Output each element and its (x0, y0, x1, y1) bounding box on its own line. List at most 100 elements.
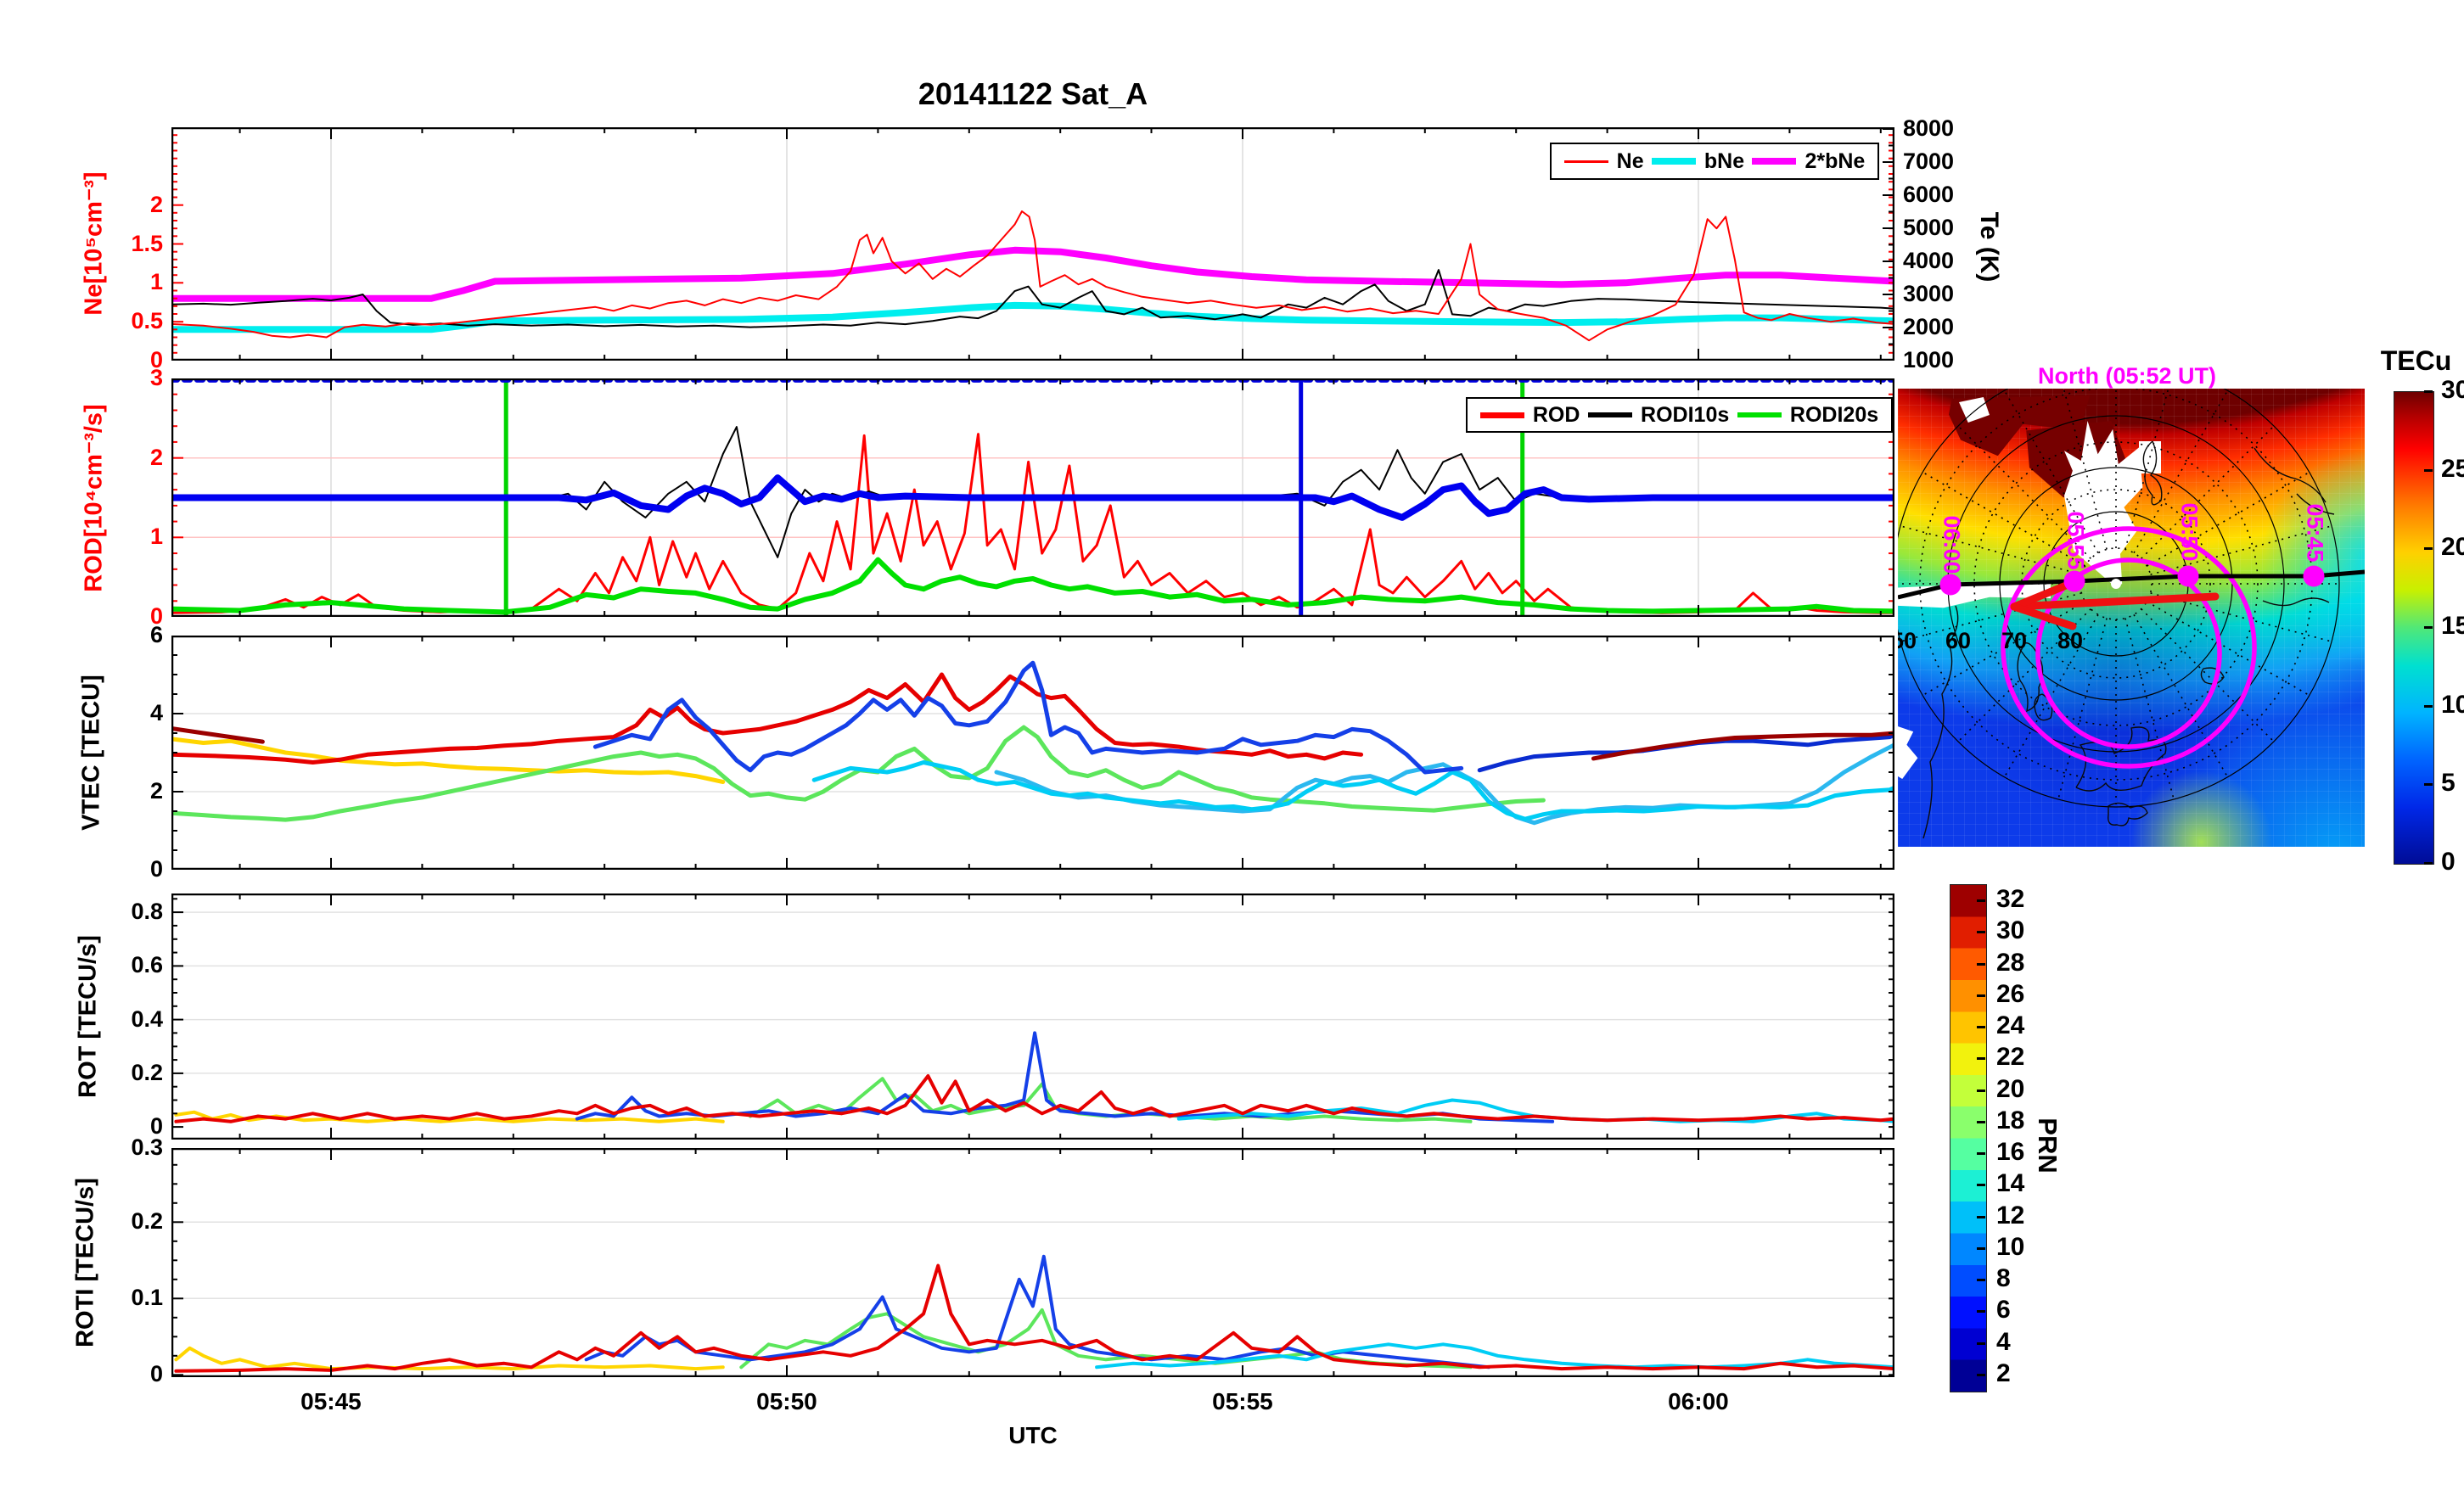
tecu-tick (2424, 783, 2433, 787)
y-tick-label: 0.8 (131, 899, 163, 925)
map-time-label: 06:00 (1939, 515, 1965, 574)
y-tick-label: 2 (149, 444, 163, 470)
plot-canvas-rot (171, 893, 1894, 1140)
y-tick-label: 2 (149, 191, 163, 217)
series-light_green (171, 725, 1546, 822)
te-tick-label: 4000 (1903, 247, 1955, 273)
legend-label: bNe (1703, 148, 1745, 173)
panel-rot (171, 893, 1894, 1140)
te-tick-label: 8000 (1903, 115, 1955, 141)
map-lat-label: 70 (2001, 628, 2027, 653)
prn-tick (1977, 1152, 1985, 1156)
y-tick-label: 0.1 (131, 1285, 163, 1311)
x-tick-label: 06:00 (1668, 1388, 1729, 1414)
legend-rod: ROD RODI10s RODI20s (1466, 397, 1893, 433)
prn-tick (1977, 1279, 1985, 1282)
y-tick-label: 0.5 (131, 308, 163, 334)
y-tick-label: 0.6 (131, 952, 163, 978)
prn-tick-label: 4 (1996, 1327, 2011, 1356)
map-time-label: 05:45 (2302, 503, 2328, 563)
tecu-tick (2424, 704, 2433, 708)
map-lat-label: 50 (1898, 628, 1917, 653)
prn-tick (1977, 1057, 1985, 1061)
prn-tick-label: 8 (1996, 1264, 2011, 1293)
tecu-tick-label: 0 (2441, 848, 2456, 876)
legend-item: Ne (1563, 149, 1644, 174)
tecu-tick (2424, 862, 2433, 865)
map-overlay: 50 60 70 80 (1898, 389, 2365, 839)
figure-root: 20141122 Sat_A Ne[10⁵cm⁻³] ROD[10⁴cm⁻³/s… (0, 0, 2464, 1490)
legend-line-sample (1651, 158, 1696, 165)
legend-label: 2*bNe (1805, 148, 1866, 173)
prn-tick-label: 6 (1996, 1296, 2011, 1325)
track-time-dot (2063, 570, 2085, 592)
track-time-dot (2177, 565, 2199, 587)
prn-tick-label: 18 (1996, 1106, 2025, 1134)
prn-tick-label: 12 (1996, 1201, 2025, 1230)
legend-label: ROD (1532, 402, 1580, 427)
tecu-tick (2424, 390, 2433, 393)
y-tick-label: 0.3 (131, 1134, 163, 1160)
series-dark_red_b (1591, 731, 1894, 761)
y-tick-label: 0.2 (131, 1208, 163, 1235)
plot-canvas-roti (171, 1148, 1894, 1377)
legend-line-sample (1737, 412, 1782, 417)
prn-tick (1977, 1089, 1985, 1092)
prn-tick (1977, 994, 1985, 997)
legend-line-sample (1563, 160, 1608, 163)
legend-line-sample (1752, 158, 1797, 165)
prn-tick (1977, 1184, 1985, 1187)
tecu-tick (2424, 626, 2433, 629)
x-tick-label: 05:55 (1212, 1388, 1273, 1414)
te-tick-label: 2000 (1903, 313, 1955, 339)
te-tick-label: 3000 (1903, 280, 1955, 306)
legend-line-sample (1479, 412, 1524, 418)
te-tick-label: 7000 (1903, 148, 1955, 174)
y-tick-label: 0.2 (131, 1059, 163, 1085)
legend-ne: Ne bNe 2*bNe (1550, 143, 1879, 180)
prn-tick (1977, 1246, 1985, 1250)
track-time-dot (1939, 574, 1962, 596)
xlabel-utc: UTC (1008, 1422, 1058, 1448)
y-tick-label: 3 (149, 365, 163, 390)
prn-tick (1977, 1120, 1985, 1123)
tecu-tick-label: 25 (2441, 454, 2464, 483)
legend-item: RODI20s (1737, 403, 1878, 428)
tecu-colorbar-title: TECu (2380, 345, 2452, 376)
prn-tick-label: 20 (1996, 1074, 2025, 1103)
prn-tick (1977, 1026, 1985, 1029)
prn-tick (1977, 1374, 1985, 1376)
y-tick-label: 2 (149, 778, 163, 804)
prn-tick-label: 24 (1996, 1011, 2025, 1040)
track-time-dot (2303, 565, 2325, 587)
legend-item: 2*bNe (1752, 149, 1865, 174)
y-tick-label: 6 (149, 622, 163, 647)
prn-tick (1977, 899, 1985, 902)
prn-tick-label: 26 (1996, 979, 2025, 1008)
series-gold (171, 737, 726, 784)
prn-tick-label: 14 (1996, 1169, 2025, 1198)
panel-roti (171, 1148, 1894, 1377)
te-tick-label: 5000 (1903, 214, 1955, 240)
map-lat-label: 60 (1945, 628, 1971, 653)
legend-item: bNe (1651, 148, 1745, 174)
y-tick-label: 0 (149, 1361, 163, 1387)
prn-tick-label: 28 (1996, 948, 2025, 977)
tecu-tick-label: 15 (2441, 612, 2464, 640)
tec-map: 50 60 70 80 (1898, 389, 2365, 847)
series-red (171, 672, 1364, 765)
tecu-tick-label: 5 (2441, 769, 2456, 798)
tecu-tick-label: 30 (2441, 376, 2464, 404)
prn-tick (1977, 1342, 1985, 1345)
prn-tick-label: 16 (1996, 1138, 2025, 1167)
prn-tick (1977, 962, 1985, 966)
legend-item: ROD (1479, 402, 1580, 428)
tecu-tick (2424, 547, 2433, 551)
panel-vtec (171, 636, 1894, 870)
te-tick-label: 1000 (1903, 347, 1955, 372)
series-red (174, 1074, 1894, 1123)
prn-tick-label: 10 (1996, 1232, 2025, 1261)
series-dark_blue (1477, 732, 1894, 773)
prn-tick-label: 2 (1996, 1359, 2011, 1387)
prn-tick-label: 22 (1996, 1043, 2025, 1072)
